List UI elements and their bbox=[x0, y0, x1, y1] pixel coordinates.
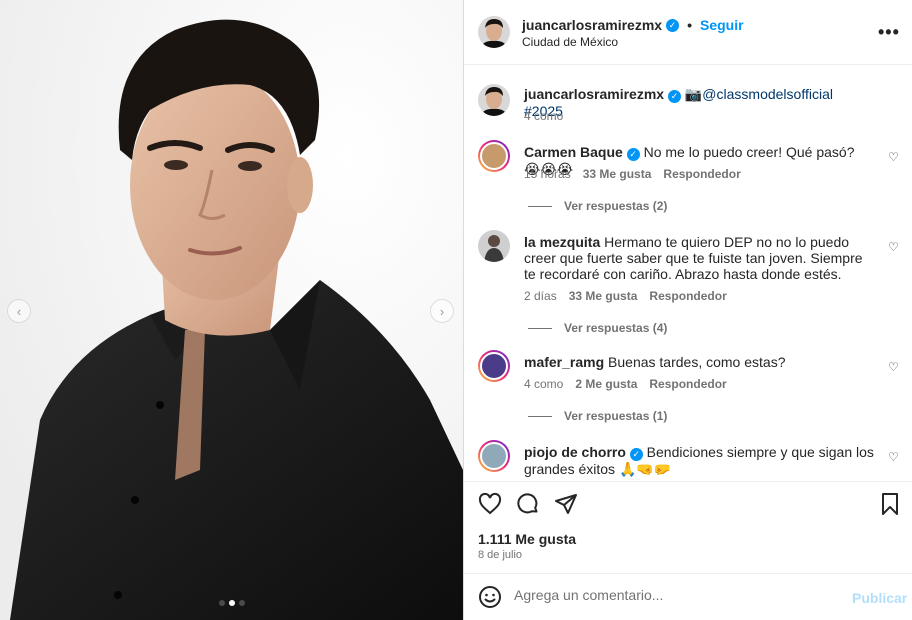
author-avatar[interactable] bbox=[478, 16, 510, 48]
comment-avatar[interactable] bbox=[478, 140, 510, 172]
comment-username[interactable]: Carmen Baque bbox=[524, 144, 623, 160]
mention-link[interactable]: @classmodelsofficial bbox=[702, 86, 833, 102]
view-replies-button[interactable]: Ver respuestas (2) bbox=[528, 199, 667, 213]
post-location[interactable]: Ciudad de México bbox=[522, 35, 618, 49]
avatar-image bbox=[480, 352, 508, 380]
carousel-dot-active bbox=[229, 600, 235, 606]
caption-avatar[interactable] bbox=[478, 84, 510, 116]
comment-likes[interactable]: 2 Me gusta bbox=[575, 377, 637, 391]
heart-icon[interactable]: ♡ bbox=[888, 240, 899, 254]
comment-avatar[interactable] bbox=[478, 350, 510, 382]
comment-text: piojo de chorro ✓ Bendiciones siempre y … bbox=[524, 444, 874, 477]
publish-button[interactable]: Publicar bbox=[852, 590, 907, 606]
comments-list[interactable]: juancarlosramirezmx ✓ 📷@classmodelsoffic… bbox=[464, 66, 912, 480]
comment-avatar[interactable] bbox=[478, 440, 510, 472]
comment-avatar[interactable] bbox=[478, 230, 510, 262]
caption-text: juancarlosramirezmx ✓ 📷@classmodelsoffic… bbox=[524, 86, 874, 119]
action-icons bbox=[478, 492, 578, 516]
post-side-panel: juancarlosramirezmx ✓ • Seguir Ciudad de… bbox=[463, 0, 912, 620]
comment-time[interactable]: 4 como bbox=[524, 377, 563, 391]
verified-badge-icon: ✓ bbox=[666, 18, 680, 32]
reply-button[interactable]: Respondedor bbox=[663, 167, 740, 181]
comment-meta: 2 días 33 Me gusta Respondedor bbox=[524, 289, 727, 303]
emoji-icon[interactable] bbox=[478, 585, 502, 612]
avatar-image bbox=[480, 142, 508, 170]
reply-button[interactable]: Respondedor bbox=[649, 289, 726, 303]
comment-time[interactable]: 15 horas bbox=[524, 167, 571, 181]
caption-time[interactable]: 4 como bbox=[524, 109, 563, 123]
send-icon[interactable] bbox=[554, 492, 578, 516]
comment-input[interactable] bbox=[514, 587, 834, 603]
bookmark-icon[interactable] bbox=[878, 492, 902, 516]
more-options-icon[interactable]: ••• bbox=[878, 22, 900, 43]
reply-button[interactable]: Respondedor bbox=[649, 377, 726, 391]
avatar-image bbox=[480, 442, 508, 470]
view-replies-label: Ver respuestas (1) bbox=[564, 409, 668, 423]
author-username[interactable]: juancarlosramirezmx bbox=[522, 17, 662, 33]
separator: • bbox=[687, 17, 692, 33]
avatar-image bbox=[478, 230, 510, 262]
comment-icon[interactable] bbox=[516, 492, 540, 516]
heart-icon[interactable] bbox=[478, 492, 502, 516]
comment-text: mafer_ramg Buenas tardes, como estas? bbox=[524, 354, 874, 370]
verified-badge-icon: ✓ bbox=[626, 147, 640, 161]
avatar-image bbox=[478, 84, 510, 116]
verified-badge-icon: ✓ bbox=[629, 447, 643, 461]
heart-icon[interactable]: ♡ bbox=[888, 150, 899, 164]
comment-likes[interactable]: 33 Me gusta bbox=[569, 289, 638, 303]
post-header: juancarlosramirezmx ✓ • Seguir Ciudad de… bbox=[464, 0, 912, 65]
comment-username[interactable]: mafer_ramg bbox=[524, 354, 604, 370]
comment-composer: Publicar bbox=[464, 573, 912, 620]
post-actions: 1.111 Me gusta 8 de julio bbox=[464, 481, 912, 573]
heart-icon[interactable]: ♡ bbox=[888, 360, 899, 374]
comment-time[interactable]: 2 días bbox=[524, 289, 557, 303]
carousel-prev-button[interactable]: ‹ bbox=[7, 299, 31, 323]
view-replies-label: Ver respuestas (2) bbox=[564, 199, 668, 213]
verified-badge-icon: ✓ bbox=[667, 89, 681, 103]
view-replies-button[interactable]: Ver respuestas (1) bbox=[528, 409, 667, 423]
view-replies-label: Ver respuestas (4) bbox=[564, 321, 668, 335]
replies-divider bbox=[528, 205, 552, 207]
comment-username[interactable]: piojo de chorro bbox=[524, 444, 626, 460]
carousel-indicator bbox=[219, 600, 245, 606]
likes-count[interactable]: 1.111 Me gusta bbox=[478, 531, 576, 547]
comment-username[interactable]: la mezquita bbox=[524, 234, 600, 250]
follow-button[interactable]: Seguir bbox=[700, 17, 744, 33]
comment-meta: 4 como 2 Me gusta Respondedor bbox=[524, 377, 727, 391]
camera-emoji: 📷 bbox=[684, 86, 703, 102]
caption-meta: 4 como bbox=[524, 109, 563, 123]
replies-divider bbox=[528, 327, 552, 329]
post-media: ‹ › bbox=[0, 0, 463, 620]
avatar-image bbox=[478, 16, 510, 48]
comment-body: Buenas tardes, como estas? bbox=[608, 354, 786, 370]
replies-divider bbox=[528, 415, 552, 417]
author-line: juancarlosramirezmx ✓ • Seguir bbox=[522, 17, 744, 33]
post-viewer: ‹ › juancarlosramirezmx ✓ • Seguir Ciuda… bbox=[0, 0, 912, 620]
view-replies-button[interactable]: Ver respuestas (4) bbox=[528, 321, 667, 335]
post-date[interactable]: 8 de julio bbox=[478, 549, 522, 561]
post-photo bbox=[0, 0, 463, 620]
carousel-dot bbox=[219, 600, 225, 606]
comment-likes[interactable]: 33 Me gusta bbox=[583, 167, 652, 181]
carousel-dot bbox=[239, 600, 245, 606]
chevron-right-icon: › bbox=[439, 303, 445, 319]
heart-icon[interactable]: ♡ bbox=[888, 450, 899, 464]
chevron-left-icon: ‹ bbox=[16, 303, 22, 319]
comment-meta: 15 horas 33 Me gusta Respondedor bbox=[524, 167, 741, 181]
comment-text: la mezquita Hermano te quiero DEP no no … bbox=[524, 234, 874, 282]
caption-username[interactable]: juancarlosramirezmx bbox=[524, 86, 664, 102]
carousel-next-button[interactable]: › bbox=[430, 299, 454, 323]
